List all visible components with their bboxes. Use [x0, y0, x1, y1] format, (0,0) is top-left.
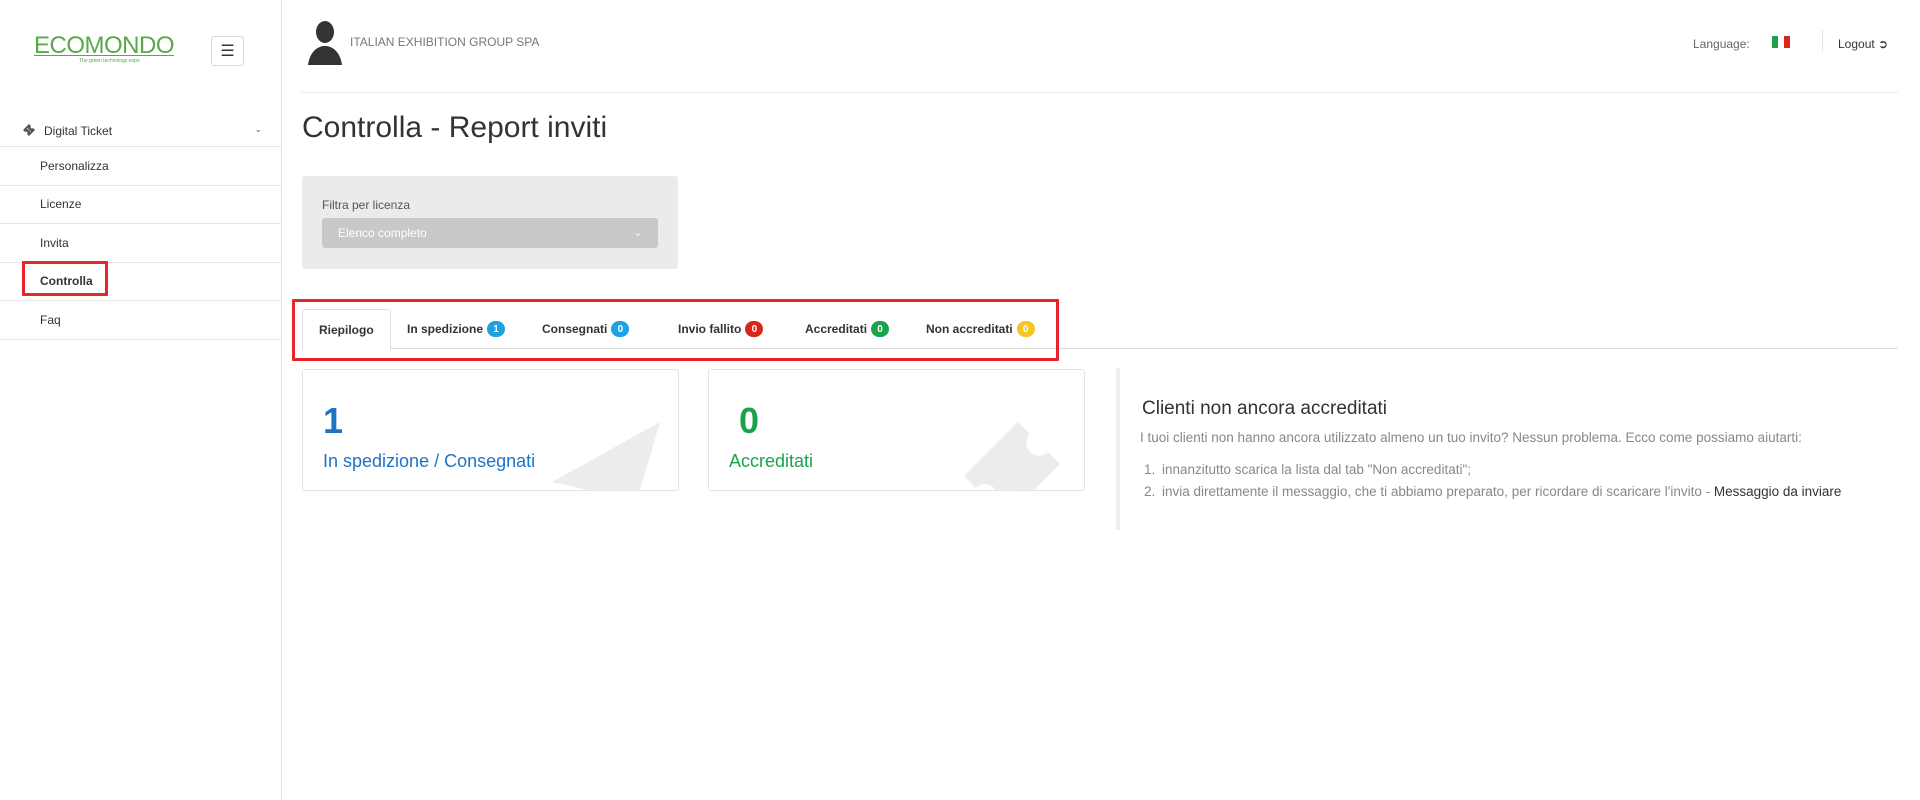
sidebar-item-label: Faq [40, 312, 61, 327]
step-number: 1. [1144, 462, 1156, 477]
count-badge: 1 [487, 321, 506, 337]
page-title: Controlla - Report inviti [302, 111, 608, 144]
step-text: innanzitutto scarica la lista dal tab "N… [1162, 462, 1471, 477]
info-panel: Clienti non ancora accreditati I tuoi cl… [1116, 368, 1896, 530]
sidebar-item-controlla[interactable]: Controlla [0, 263, 282, 301]
tab-label: Non accreditati [926, 322, 1013, 336]
card-label: In spedizione / Consegnati [323, 451, 536, 471]
tab-label: Invio fallito [678, 322, 742, 336]
info-steps: 1. innanzitutto scarica la lista dal tab… [1144, 459, 1882, 503]
card-label: Accreditati [729, 451, 814, 471]
brand-logo[interactable]: ECOMONDO The green technology expo [34, 32, 175, 64]
top-header: ITALIAN EXHIBITION GROUP SPA Language: L… [301, 0, 1898, 93]
sidebar-item-faq[interactable]: Faq [0, 301, 282, 340]
tab-riepilogo[interactable]: Riepilogo [302, 309, 391, 350]
tab-consegnati[interactable]: Consegnati 0 [542, 309, 630, 349]
filter-label: Filtra per licenza [322, 198, 411, 212]
logout-icon: ➲ [1878, 37, 1889, 51]
header-divider [1822, 30, 1823, 52]
card-value: 1 [323, 400, 344, 441]
info-step: 1. innanzitutto scarica la lista dal tab… [1144, 459, 1882, 480]
count-badge: 0 [745, 321, 764, 337]
sidebar-item-personalizza[interactable]: Personalizza [0, 147, 282, 186]
user-silhouette-icon [308, 21, 342, 65]
tab-in-spedizione[interactable]: In spedizione 1 [407, 309, 506, 349]
sidebar-item-label: Personalizza [40, 158, 109, 173]
card-value: 0 [739, 400, 760, 441]
paper-plane-icon [552, 422, 660, 490]
sidebar-item-licenze[interactable]: Licenze [0, 186, 282, 224]
tab-accreditati[interactable]: Accreditati 0 [805, 309, 890, 349]
message-link[interactable]: Messaggio da inviare [1714, 484, 1842, 499]
sidebar-item-label: Invita [40, 235, 69, 250]
sidebar-item-label: Controlla [40, 274, 93, 289]
tabs-bar: Riepilogo In spedizione 1 Consegnati 0 I… [302, 309, 1898, 350]
step-number: 2. [1144, 484, 1156, 499]
tab-label: Consegnati [542, 322, 608, 336]
menu-toggle-button[interactable]: ☰ [211, 36, 244, 66]
count-badge: 0 [1016, 321, 1035, 337]
license-filter-select[interactable]: Elenco completo ⌄ [322, 218, 658, 248]
hamburger-icon: ☰ [220, 43, 235, 60]
logout-label: Logout [1838, 37, 1875, 51]
count-badge: 0 [611, 321, 630, 337]
sidebar-item-digital-ticket[interactable]: Digital Ticket ⌄ [0, 115, 282, 147]
info-title: Clienti non ancora accreditati [1142, 398, 1388, 419]
sidebar-submenu: Personalizza Licenze Invita Controlla Fa… [0, 146, 282, 340]
tab-non-accreditati[interactable]: Non accreditati 0 [926, 309, 1035, 349]
sidebar-item-invita[interactable]: Invita [0, 224, 282, 263]
brand-name: ECOMONDO [34, 32, 175, 59]
company-name: ITALIAN EXHIBITION GROUP SPA [350, 35, 540, 49]
language-label: Language: [1693, 37, 1750, 51]
info-text: I tuoi clienti non hanno ancora utilizza… [1140, 430, 1802, 445]
logout-link[interactable]: Logout ➲ [1838, 37, 1888, 51]
chevron-down-icon: ⌄ [633, 227, 642, 239]
filter-panel: Filtra per licenza Elenco completo ⌄ [302, 176, 678, 269]
card-in-spedizione[interactable]: 1 In spedizione / Consegnati [302, 369, 679, 491]
card-accreditati[interactable]: 0 Accreditati [708, 369, 1085, 491]
count-badge: 0 [871, 321, 890, 337]
step-text: invia direttamente il messaggio, che ti … [1162, 484, 1714, 499]
sidebar-item-label: Licenze [40, 197, 82, 212]
info-step: 2. invia direttamente il messaggio, che … [1144, 481, 1882, 502]
sidebar: ECOMONDO The green technology expo ☰ Dig… [0, 0, 282, 800]
tab-label: Accreditati [805, 322, 868, 336]
sidebar-item-label: Digital Ticket [44, 124, 113, 138]
ticket-icon [22, 123, 36, 140]
ticket-watermark-icon [964, 422, 1060, 490]
chevron-down-icon[interactable]: ⌄ [254, 124, 262, 135]
filter-selected-value: Elenco completo [338, 226, 427, 240]
tab-label: In spedizione [407, 322, 484, 336]
italy-flag-icon[interactable] [1772, 36, 1790, 48]
tab-label: Riepilogo [319, 322, 374, 337]
tab-invio-fallito[interactable]: Invio fallito 0 [678, 309, 764, 349]
